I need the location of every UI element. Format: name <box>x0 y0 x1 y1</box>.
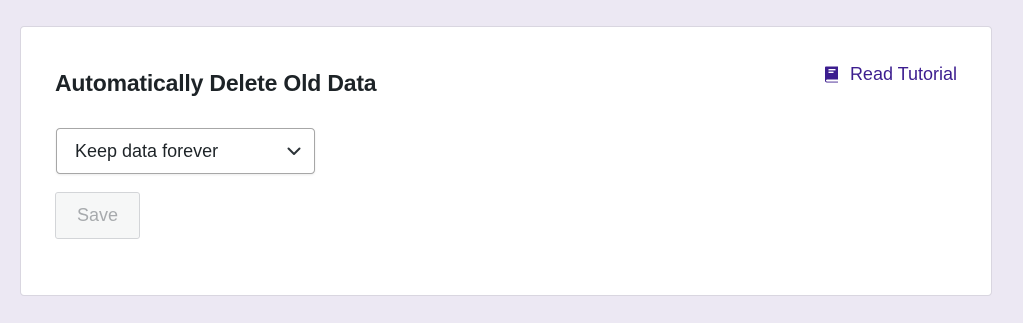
section-title: Automatically Delete Old Data <box>55 70 377 96</box>
save-button[interactable]: Save <box>55 192 140 239</box>
retention-period-select[interactable]: Keep data forever <box>56 128 315 174</box>
read-tutorial-link[interactable]: Read Tutorial <box>823 62 957 86</box>
chevron-down-icon <box>286 143 302 159</box>
book-icon <box>823 65 841 83</box>
read-tutorial-label: Read Tutorial <box>849 64 957 84</box>
settings-card: Automatically Delete Old Data Read Tutor… <box>20 26 992 296</box>
retention-period-value: Keep data forever <box>75 140 219 161</box>
